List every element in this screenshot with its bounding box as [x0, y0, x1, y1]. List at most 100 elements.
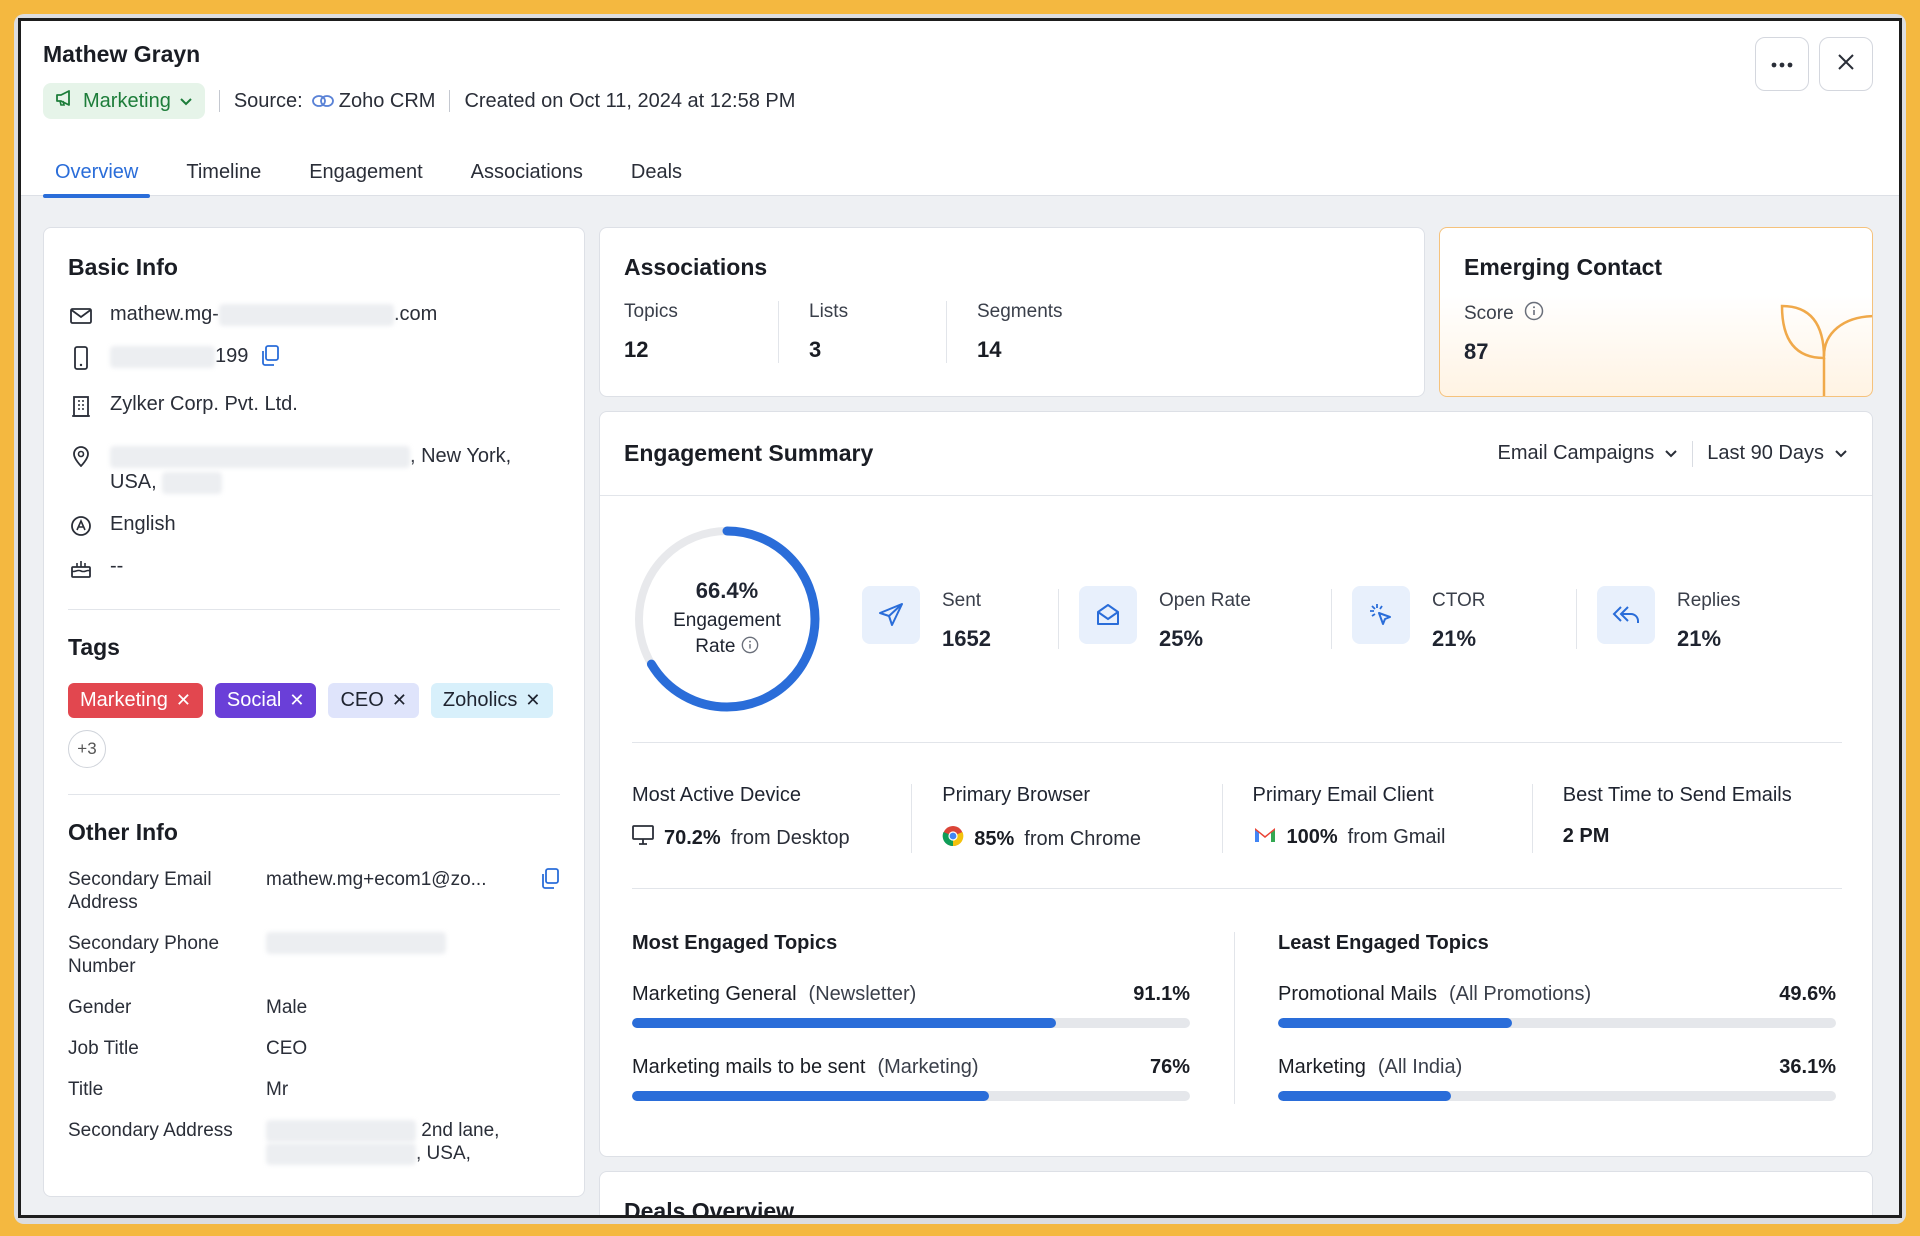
engagement-summary-card: Engagement Summary Email Campaigns Last …	[599, 411, 1873, 1157]
language-row: English	[68, 513, 560, 539]
engagement-header: Engagement Summary Email Campaigns Last …	[600, 412, 1872, 496]
location-pin-icon	[68, 443, 94, 469]
tab-overview[interactable]: Overview	[43, 151, 151, 198]
status-dropdown[interactable]: Marketing	[43, 83, 205, 119]
basic-info-title: Basic Info	[68, 254, 178, 280]
remove-tag-icon[interactable]: ✕	[289, 690, 304, 711]
copy-icon[interactable]	[540, 868, 560, 896]
tag-chip[interactable]: Zoholics ✕	[430, 683, 553, 718]
period-dropdown[interactable]: Last 90 Days	[1707, 442, 1848, 465]
associations-stats: Topics 12 Lists 3 Segments 14	[624, 301, 1400, 363]
close-button[interactable]	[1819, 37, 1873, 91]
engagement-rate-donut: 66.4% Engagement Rate	[632, 524, 822, 714]
tag-label: Marketing	[80, 689, 168, 711]
field-value: 2nd lane, , USA,	[266, 1119, 560, 1165]
phone-value: 199	[110, 345, 248, 368]
zoho-crm-icon	[311, 93, 335, 109]
remove-tag-icon[interactable]: ✕	[176, 690, 191, 711]
tab-timeline[interactable]: Timeline	[174, 151, 273, 198]
topic-row[interactable]: Marketing mails to be sent (Marketing) 7…	[632, 1056, 1190, 1101]
field-label: Secondary Address	[68, 1120, 233, 1141]
building-icon	[68, 393, 94, 419]
address-value: , New York, USA,	[110, 445, 512, 494]
engagement-rate-value: 66.4%	[695, 578, 759, 603]
contact-details-window: Mathew Grayn Marketing Source: Zoho CRM …	[18, 18, 1902, 1218]
donut-center: 66.4% Engagement Rate	[632, 524, 822, 714]
insight-best-time: Best Time to Send Emails 2 PM	[1562, 784, 1792, 847]
info-icon[interactable]	[1524, 301, 1544, 327]
associations-card: Associations Topics 12 Lists 3 Segments …	[599, 227, 1425, 397]
stat-topics[interactable]: Topics 12	[624, 301, 779, 363]
reply-all-icon	[1597, 586, 1655, 644]
chevron-down-icon	[179, 90, 193, 113]
section-divider	[632, 888, 1842, 889]
insight-browser: Primary Browser 85% from Chrome	[942, 784, 1223, 853]
secondary-phone-row: Secondary Phone Number	[68, 932, 560, 978]
status-label: Marketing	[83, 89, 171, 112]
remove-tag-icon[interactable]: ✕	[392, 690, 407, 711]
contact-name: Mathew Grayn	[43, 41, 201, 67]
topic-row[interactable]: Promotional Mails (All Promotions) 49.6%	[1278, 983, 1836, 1028]
redacted-text	[218, 303, 394, 326]
kpi-divider	[1058, 589, 1059, 649]
address-row: , New York, USA,	[68, 443, 560, 495]
send-icon	[862, 586, 920, 644]
tab-bar: Overview Timeline Engagement Association…	[43, 151, 718, 198]
field-label: Secondary Email Address	[68, 869, 212, 913]
close-icon	[1837, 53, 1855, 76]
kpi-sent: Sent 1652	[862, 586, 1058, 652]
field-label: Title	[68, 1079, 104, 1100]
copy-icon[interactable]	[260, 345, 280, 373]
field-value	[266, 932, 560, 978]
tab-deals[interactable]: Deals	[619, 151, 694, 198]
more-options-button[interactable]	[1755, 37, 1809, 91]
kpi-divider	[1576, 589, 1577, 649]
campaign-type-dropdown[interactable]: Email Campaigns	[1498, 442, 1679, 465]
birthday-row: --	[68, 555, 560, 581]
tab-engagement[interactable]: Engagement	[297, 151, 434, 198]
phone-row: 199	[68, 345, 560, 373]
tag-chip[interactable]: CEO ✕	[328, 683, 419, 718]
other-info-title: Other Info	[68, 819, 178, 845]
topic-row[interactable]: Marketing (All India) 36.1%	[1278, 1056, 1836, 1101]
tag-chip[interactable]: Social ✕	[214, 683, 317, 718]
contact-meta: Marketing Source: Zoho CRM Created on Oc…	[43, 83, 795, 119]
tab-associations[interactable]: Associations	[459, 151, 595, 198]
stat-segments[interactable]: Segments 14	[977, 301, 1093, 363]
tag-chip[interactable]: Marketing ✕	[68, 683, 203, 718]
tag-list: Marketing ✕ Social ✕ CEO ✕ Zoholics ✕ +3	[68, 683, 560, 768]
gender-row: Gender Male	[68, 996, 560, 1019]
progress-fill	[1278, 1091, 1451, 1101]
mail-icon	[68, 303, 94, 329]
chevron-down-icon	[1664, 442, 1678, 465]
gmail-icon	[1253, 825, 1277, 849]
meta-divider	[449, 90, 451, 112]
section-divider	[632, 742, 1842, 743]
kpi-open-rate: Open Rate 25%	[1079, 586, 1331, 652]
least-engaged-topics: Least Engaged Topics Promotional Mails (…	[1234, 932, 1836, 1104]
filter-divider	[1692, 440, 1694, 467]
remove-tag-icon[interactable]: ✕	[525, 690, 540, 711]
insight-device: Most Active Device 70.2% from Desktop	[632, 784, 913, 853]
meta-divider	[218, 90, 220, 112]
birthday-value: --	[110, 555, 124, 577]
redacted-text	[162, 471, 223, 494]
job-title-row: Job Title CEO	[68, 1037, 560, 1060]
stat-lists[interactable]: Lists 3	[809, 301, 947, 363]
sprout-icon	[1764, 298, 1872, 396]
engagement-kpis: 66.4% Engagement Rate Sent 1652 Open Rat…	[632, 526, 1842, 712]
field-value: mathew.mg+ecom1@zo...	[266, 868, 560, 914]
topic-row[interactable]: Marketing General (Newsletter) 91.1%	[632, 983, 1190, 1028]
progress-track	[632, 1018, 1190, 1028]
deals-overview-title: Deals Overview	[624, 1198, 795, 1218]
phone-icon	[68, 345, 94, 371]
engagement-title: Engagement Summary	[624, 440, 874, 466]
info-icon[interactable]	[741, 636, 759, 657]
secondary-email-row: Secondary Email Address mathew.mg+ecom1@…	[68, 868, 560, 914]
chrome-icon	[942, 825, 964, 853]
secondary-address-row: Secondary Address 2nd lane, , USA,	[68, 1119, 560, 1165]
email-value: mathew.mg- .com	[110, 303, 438, 326]
email-row: mathew.mg- .com	[68, 303, 560, 329]
section-divider	[68, 794, 560, 795]
more-tags-button[interactable]: +3	[68, 730, 106, 768]
